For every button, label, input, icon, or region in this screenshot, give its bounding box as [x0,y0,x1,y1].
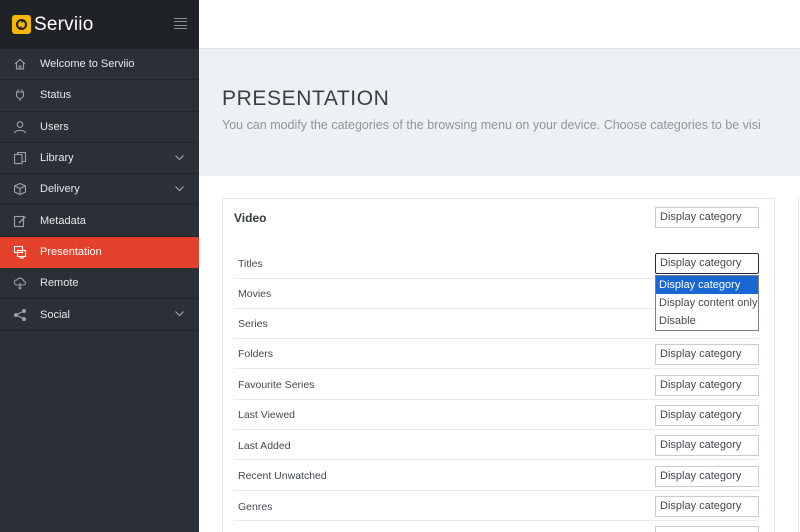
page-title: PRESENTATION [222,87,390,110]
recent-unwatched-select[interactable]: Display category [655,466,759,487]
row-label-series: Series [238,318,268,330]
genres-select[interactable]: Display category [655,496,759,517]
sidebar-item-remote[interactable]: Remote [0,268,199,300]
sidebar-item-label: Welcome to Serviio [40,58,135,71]
home-icon [0,57,40,71]
sidebar-item-label: Presentation [40,245,102,258]
video-category-select[interactable]: Display category [655,207,759,228]
presentation-icon [0,245,40,259]
plug-icon [0,88,40,102]
folders-select[interactable]: Display category [655,344,759,365]
app-name[interactable]: Serviio [34,14,93,36]
brand-bar: Serviio [0,0,199,49]
dropdown-option-disable[interactable]: Disable [656,312,758,330]
row-label-favourite-series: Favourite Series [238,379,315,391]
sidebar-item-delivery[interactable]: Delivery [0,174,199,206]
share-icon [0,308,40,322]
sidebar-item-social[interactable]: Social [0,299,199,331]
sidebar-item-users[interactable]: Users [0,112,199,143]
dropdown-option-display-category[interactable]: Display category [656,276,758,294]
row-label-folders: Folders [238,348,274,360]
sidebar-item-label: Delivery [40,183,80,196]
sidebar-item-label: Status [40,89,72,102]
row-label-movies: Movies [238,288,272,300]
row-label-last-added: Last Added [238,440,291,452]
edit-icon [0,214,40,228]
sidebar-item-library[interactable]: Library [0,143,199,175]
sidebar-nav: Welcome to Serviio Status Users Library [0,49,199,331]
row-label-genres: Genres [238,501,273,513]
chevron-down-icon[interactable] [174,183,185,194]
row-label-titles: Titles [238,258,263,270]
sidebar-item-label: Users [40,120,69,133]
cloud-icon [0,276,40,290]
sidebar-item-presentation[interactable]: Presentation [0,236,199,269]
titles-dropdown-list: Display category Display content only Di… [655,275,759,331]
sidebar-item-label: Library [40,152,74,165]
serviio-logo-icon[interactable] [12,15,31,34]
last-viewed-select[interactable]: Display category [655,405,759,426]
sidebar-item-status[interactable]: Status [0,80,199,112]
copy-icon [0,151,40,165]
row-label-recent-unwatched: Recent Unwatched [238,470,327,482]
chevron-down-icon[interactable] [174,308,185,319]
top-bar [199,0,800,49]
page-description: You can modify the categories of the bro… [222,118,761,132]
box-icon [0,182,40,196]
sidebar-item-welcome[interactable]: Welcome to Serviio [0,49,199,81]
menu-toggle-icon[interactable] [174,18,187,29]
sidebar: Serviio Welcome to Serviio Status Users [0,0,199,532]
next-select[interactable] [655,526,759,532]
row-label-last-viewed: Last Viewed [238,409,296,421]
favourite-series-select[interactable]: Display category [655,375,759,396]
video-section-title: Video [234,211,267,225]
user-icon [0,120,40,134]
sidebar-item-label: Remote [40,277,79,290]
sidebar-item-label: Social [40,308,70,321]
chevron-down-icon[interactable] [174,152,185,163]
sidebar-item-metadata[interactable]: Metadata [0,205,199,237]
dropdown-option-display-content-only[interactable]: Display content only [656,294,758,312]
sidebar-item-label: Metadata [40,214,86,227]
last-added-select[interactable]: Display category [655,435,759,456]
titles-select[interactable]: Display category [655,253,759,274]
